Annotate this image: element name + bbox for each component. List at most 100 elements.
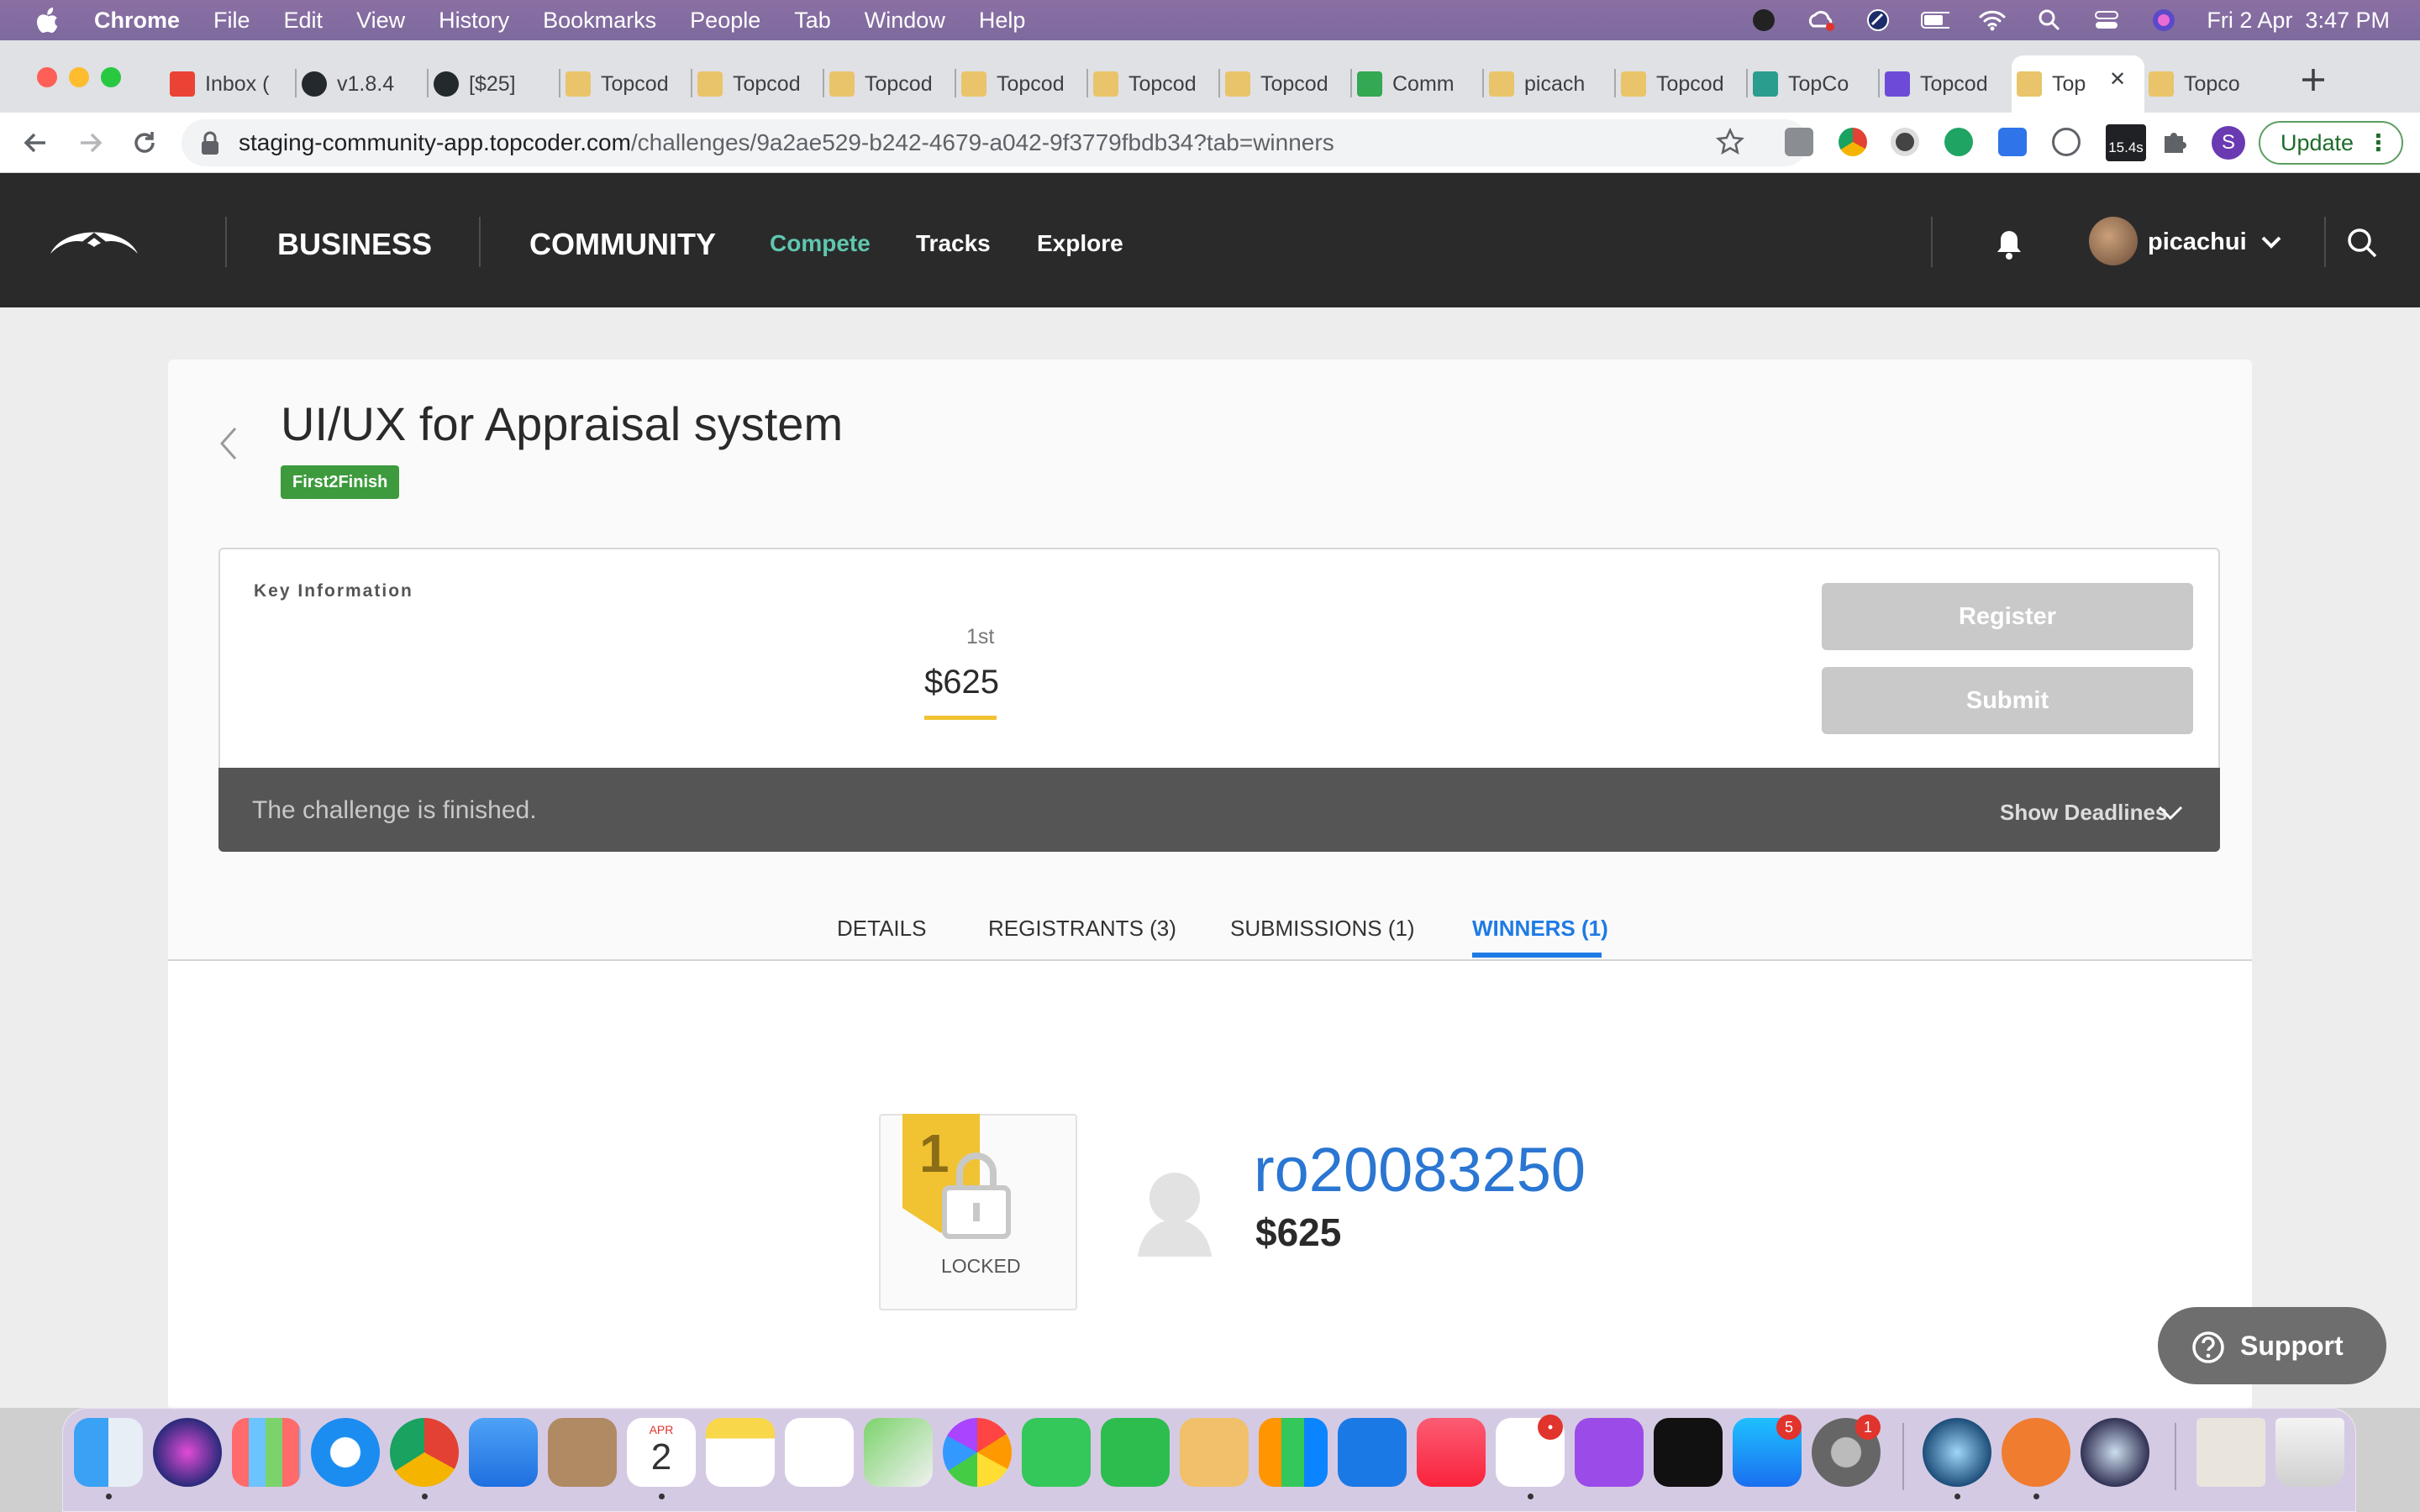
challenge-type-badge[interactable]: First2Finish: [281, 465, 400, 499]
tab-details[interactable]: DETAILS: [837, 916, 926, 942]
new-tab-plus-icon[interactable]: [2299, 66, 2328, 94]
menu-view[interactable]: View: [356, 8, 405, 34]
menu-window[interactable]: Window: [865, 8, 945, 34]
register-button[interactable]: Register: [1822, 583, 2193, 650]
extensions-puzzle-icon[interactable]: [2160, 128, 2188, 156]
menubar-clock[interactable]: Fri 2 Apr 3:47 PM: [2207, 8, 2390, 34]
bookmark-star-icon[interactable]: [1716, 128, 1744, 156]
extension-green-icon[interactable]: [1944, 128, 1973, 156]
nav-compete[interactable]: Compete: [770, 230, 871, 257]
finder-icon[interactable]: [74, 1418, 143, 1487]
browser-tab[interactable]: Topcod: [566, 57, 682, 111]
notification-bell-icon[interactable]: [1995, 228, 2023, 260]
loading-ring-icon[interactable]: [1864, 8, 1892, 33]
support-label[interactable]: Support: [2240, 1331, 2344, 1362]
extension-blue-icon[interactable]: [1998, 128, 2027, 156]
numbers-icon[interactable]: [1259, 1418, 1328, 1487]
spotlight-search-icon[interactable]: [2035, 8, 2064, 33]
browser-tab[interactable]: Topco: [2149, 57, 2265, 111]
user-menu-chevron-down-icon[interactable]: [2260, 235, 2282, 250]
browser-tab[interactable]: Topcod: [697, 57, 814, 111]
extension-timer-icon[interactable]: 15.4s: [2106, 124, 2146, 161]
trash-icon[interactable]: [2275, 1418, 2344, 1487]
music-icon[interactable]: [1417, 1418, 1486, 1487]
help-question-icon[interactable]: [2191, 1331, 2225, 1364]
tab-winners[interactable]: WINNERS (1): [1472, 916, 1608, 942]
window-zoom-button[interactable]: [101, 67, 121, 87]
more-menu-icon[interactable]: ⋮: [2367, 123, 2390, 163]
menu-people[interactable]: People: [690, 8, 760, 34]
browser-app-icon[interactable]: [1923, 1418, 1991, 1487]
reminders-icon[interactable]: [785, 1418, 854, 1487]
browser-tab[interactable]: Topcod: [1621, 57, 1738, 111]
messages-icon[interactable]: [1022, 1418, 1091, 1487]
browser-tab[interactable]: Topcod: [1885, 57, 2002, 111]
menu-file[interactable]: File: [213, 8, 250, 34]
maps-icon[interactable]: [864, 1418, 933, 1487]
back-chevron-left-icon[interactable]: [215, 423, 240, 464]
apple-tv-icon[interactable]: [1654, 1418, 1723, 1487]
downloads-stack-icon[interactable]: [2196, 1418, 2265, 1487]
tab-close-icon[interactable]: ✕: [2109, 67, 2126, 92]
chrome-icon[interactable]: [390, 1418, 459, 1487]
launchpad-icon[interactable]: [232, 1418, 301, 1487]
browser-tab[interactable]: Topcod: [1225, 57, 1342, 111]
site-search-icon[interactable]: [2346, 227, 2378, 259]
siri-icon[interactable]: [153, 1418, 222, 1487]
forward-arrow-icon[interactable]: [76, 128, 106, 158]
menu-edit[interactable]: Edit: [284, 8, 324, 34]
back-arrow-icon[interactable]: [20, 128, 50, 158]
menu-help[interactable]: Help: [979, 8, 1026, 34]
browser-tab[interactable]: picach: [1489, 57, 1606, 111]
keynote-icon[interactable]: [1338, 1418, 1407, 1487]
status-dot-icon[interactable]: [1749, 8, 1778, 33]
siri-icon[interactable]: [2149, 8, 2178, 33]
control-center-icon[interactable]: [2092, 8, 2121, 33]
browser-tab[interactable]: [$25]: [434, 57, 550, 111]
browser-tab[interactable]: TopCo: [1753, 57, 1870, 111]
browser-tab[interactable]: Comm: [1357, 57, 1474, 111]
lock-secure-icon[interactable]: [200, 131, 220, 156]
extension-chrome-colors-icon[interactable]: [1839, 128, 1867, 156]
apple-logo-icon[interactable]: [35, 6, 60, 34]
browser-profile-avatar[interactable]: S: [2212, 126, 2245, 160]
extension-code-icon[interactable]: [2052, 128, 2081, 156]
browser-tab[interactable]: Topcod: [829, 57, 946, 111]
calendar-icon[interactable]: APR 2: [627, 1418, 696, 1487]
extension-circle-icon[interactable]: [1891, 128, 1919, 156]
pages-icon[interactable]: [1180, 1418, 1249, 1487]
postman-icon[interactable]: [2002, 1418, 2070, 1487]
nav-explore[interactable]: Explore: [1037, 230, 1123, 257]
quicktime-icon[interactable]: [2081, 1418, 2149, 1487]
window-close-button[interactable]: [37, 67, 57, 87]
username-label[interactable]: picachui: [2148, 228, 2247, 256]
creative-cloud-icon[interactable]: [1807, 8, 1835, 33]
nav-tracks[interactable]: Tracks: [916, 230, 991, 257]
window-minimize-button[interactable]: [69, 67, 89, 87]
menu-tab[interactable]: Tab: [794, 8, 831, 34]
wifi-icon[interactable]: [1978, 8, 2007, 33]
url-text[interactable]: staging-community-app.topcoder.com/chall…: [239, 129, 1334, 156]
menu-bookmarks[interactable]: Bookmarks: [543, 8, 656, 34]
browser-tab[interactable]: v1.8.4: [302, 57, 418, 111]
user-avatar[interactable]: [2089, 217, 2138, 265]
tab-registrants[interactable]: REGISTRANTS (3): [988, 916, 1176, 942]
browser-tab[interactable]: Topcod: [1093, 57, 1210, 111]
community-link[interactable]: COMMUNITY: [529, 227, 716, 262]
contacts-icon[interactable]: [548, 1418, 617, 1487]
podcasts-icon[interactable]: [1575, 1418, 1644, 1487]
tab-submissions[interactable]: SUBMISSIONS (1): [1230, 916, 1415, 942]
extension-calendar-icon[interactable]: [1785, 128, 1813, 156]
chrome-update-button[interactable]: Update ⋮: [2259, 121, 2403, 165]
menu-app-name[interactable]: Chrome: [94, 8, 180, 34]
mail-icon[interactable]: [469, 1418, 538, 1487]
winner-handle-link[interactable]: ro20083250: [1254, 1134, 1586, 1205]
submit-button[interactable]: Submit: [1822, 667, 2193, 734]
browser-tab[interactable]: Topcod: [961, 57, 1078, 111]
topcoder-logo-icon[interactable]: [47, 222, 141, 260]
notes-icon[interactable]: [706, 1418, 775, 1487]
menu-history[interactable]: History: [439, 8, 509, 34]
business-link[interactable]: BUSINESS: [277, 227, 432, 262]
browser-tab[interactable]: Inbox (: [170, 57, 287, 111]
reload-icon[interactable]: [129, 128, 160, 158]
